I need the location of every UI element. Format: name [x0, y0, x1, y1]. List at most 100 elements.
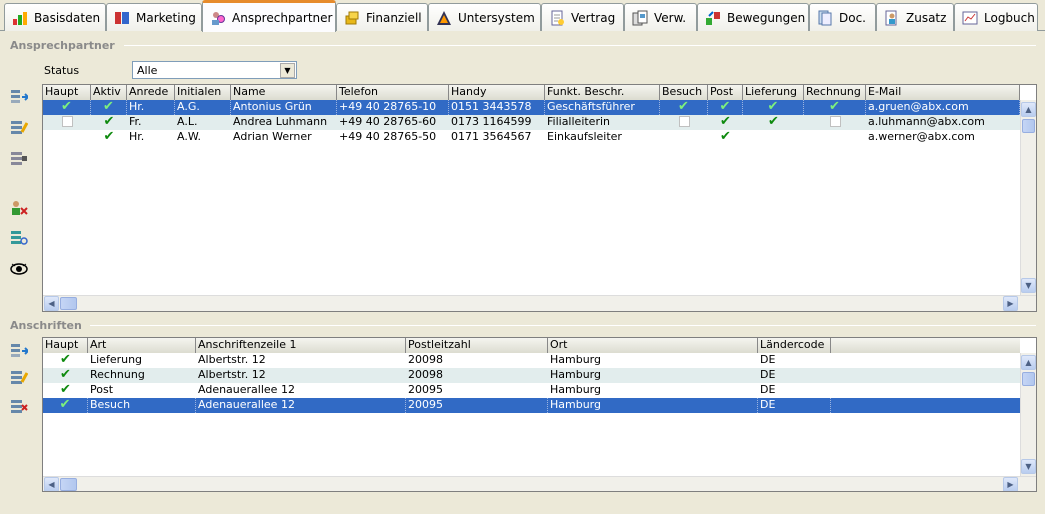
tab-logbuch[interactable]: Logbuch [954, 3, 1038, 31]
tab-label: Logbuch [984, 10, 1035, 25]
column-header-anschriftenzeile[interactable]: Anschriftenzeile 1 [196, 338, 406, 353]
vertical-scrollbar[interactable]: ▲ ▼ [1020, 100, 1036, 295]
tab-marketing[interactable]: Marketing [106, 3, 202, 31]
cell-lieferung [743, 130, 804, 145]
table-row[interactable]: ✔ Besuch Adenauerallee 12 20095 Hamburg DE [43, 398, 1020, 413]
column-header-art[interactable]: Art [88, 338, 196, 353]
tab-label: Marketing [136, 10, 196, 25]
table-row[interactable]: ✔ Lieferung Albertstr. 12 20098 Hamburg DE [43, 353, 1020, 368]
scroll-thumb[interactable] [1022, 119, 1035, 133]
delete-address-icon[interactable] [10, 398, 28, 414]
cell-plz: 20095 [406, 398, 548, 413]
cell-email: a.luhmann@abx.com [868, 115, 985, 128]
cell-land: DE [758, 398, 831, 413]
tab-zusatz[interactable]: Zusatz [876, 3, 954, 31]
checkmark-icon: ✔ [103, 115, 115, 129]
tab-vertrag[interactable]: Vertrag [541, 3, 624, 31]
column-header-handy[interactable]: Handy [449, 85, 545, 100]
list-link-icon[interactable] [10, 230, 28, 246]
column-header-post[interactable]: Post [708, 85, 743, 100]
scroll-thumb[interactable] [1022, 372, 1035, 386]
contract-icon [549, 10, 565, 26]
addresses-section-title: Anschriften [10, 319, 82, 332]
view-icon[interactable] [10, 261, 28, 277]
scroll-thumb[interactable] [60, 297, 77, 310]
column-header-ort[interactable]: Ort [548, 338, 758, 353]
column-header-anrede[interactable]: Anrede [127, 85, 175, 100]
status-label: Status [44, 64, 80, 77]
remove-user-icon[interactable] [10, 200, 28, 216]
delete-contact-icon[interactable] [10, 150, 28, 166]
column-header-haupt[interactable]: Haupt [43, 338, 88, 353]
tab-ansprechpartner[interactable]: Ansprechpartner [202, 0, 336, 32]
chevron-down-icon[interactable]: ▼ [280, 63, 295, 78]
cell-land: DE [760, 383, 776, 396]
cell-zeile1: Adenauerallee 12 [196, 398, 406, 413]
scroll-left-icon[interactable]: ◀ [44, 296, 59, 311]
column-header-telefon[interactable]: Telefon [337, 85, 449, 100]
cell-lieferung: ✔ [743, 100, 804, 115]
scroll-right-icon[interactable]: ▶ [1003, 477, 1018, 491]
cell-aktiv: ✔ [91, 130, 127, 145]
cell-ort: Hamburg [550, 383, 601, 396]
tab-bewegungen[interactable]: Bewegungen [697, 3, 809, 31]
vertical-scrollbar[interactable]: ▲ ▼ [1020, 353, 1036, 476]
grid-header: Haupt Aktiv Anrede Initialen Name Telefon Hand… [43, 85, 1020, 100]
column-header-funktbeschr[interactable]: Funkt. Beschr. [545, 85, 660, 100]
column-header-lndercode[interactable]: Ländercode [758, 338, 831, 353]
scroll-right-icon[interactable]: ▶ [1003, 296, 1018, 311]
contacts-icon [210, 10, 226, 26]
table-row[interactable]: ✔ Rechnung Albertstr. 12 20098 Hamburg DE [43, 368, 1020, 383]
checkmark-icon: ✔ [60, 368, 71, 382]
scroll-up-icon[interactable]: ▲ [1021, 355, 1036, 370]
tab-basisdaten[interactable]: Basisdaten [4, 3, 106, 31]
column-header-haupt[interactable]: Haupt [43, 85, 91, 100]
column-header-postleitzahl[interactable]: Postleitzahl [406, 338, 548, 353]
horizontal-scrollbar[interactable]: ◀ ▶ [43, 476, 1036, 491]
column-header-lieferung[interactable]: Lieferung [743, 85, 804, 100]
tab-bar: Basisdaten Marketing Ansprechpartner Finanz… [0, 0, 1045, 32]
extra-icon [884, 10, 900, 26]
edit-contact-icon[interactable] [10, 119, 29, 135]
edit-address-icon[interactable] [10, 369, 29, 385]
scroll-thumb[interactable] [60, 478, 77, 491]
cell-haupt: ✔ [43, 100, 91, 115]
horizontal-scrollbar[interactable]: ◀ ▶ [43, 295, 1036, 311]
table-row[interactable]: ✔ ✔ Hr. A.G. Antonius Grün +49 40 28765-10 015… [43, 100, 1020, 115]
tab-doc[interactable]: Doc. [809, 3, 876, 31]
column-header-rechnung[interactable]: Rechnung [804, 85, 866, 100]
status-select[interactable]: Alle ▼ [132, 61, 297, 79]
column-header-besuch[interactable]: Besuch [660, 85, 708, 100]
cell-haupt: ✔ [43, 383, 88, 398]
checkmark-icon: ✔ [59, 398, 71, 412]
cell-ort: Hamburg [550, 353, 601, 366]
column-header-initialen[interactable]: Initialen [175, 85, 231, 100]
scroll-up-icon[interactable]: ▲ [1021, 102, 1036, 117]
column-header-aktiv[interactable]: Aktiv [91, 85, 127, 100]
tab-untersystem[interactable]: Untersystem [428, 3, 541, 31]
column-header-name[interactable]: Name [231, 85, 337, 100]
cell-anrede: Hr. [127, 100, 175, 115]
scroll-down-icon[interactable]: ▼ [1021, 459, 1036, 474]
checkmark-icon: ✔ [767, 100, 779, 114]
tab-label: Zusatz [906, 10, 947, 25]
cell-post: ✔ [708, 130, 743, 145]
scroll-down-icon[interactable]: ▼ [1021, 278, 1036, 293]
tab-verw[interactable]: Verw. [624, 3, 697, 31]
table-row[interactable]: ✔ Fr. A.L. Andrea Luhmann +49 40 28765-60 017… [43, 115, 1020, 130]
add-contact-icon[interactable] [10, 88, 30, 104]
column-header-email[interactable]: E-Mail [866, 85, 1020, 100]
cell-handy: 0171 3564567 [451, 130, 532, 143]
table-row[interactable]: ✔ Post Adenauerallee 12 20095 Hamburg DE [43, 383, 1020, 398]
cell-telefon: +49 40 28765-60 [339, 115, 437, 128]
section-divider [124, 45, 1036, 46]
tab-finanziell[interactable]: Finanziell [336, 3, 428, 31]
cell-haupt [43, 130, 91, 145]
checkmark-icon: ✔ [60, 383, 71, 397]
chart-icon [12, 10, 28, 26]
cell-zeile1: Albertstr. 12 [198, 353, 266, 366]
scroll-left-icon[interactable]: ◀ [44, 477, 59, 491]
table-row[interactable]: ✔ Hr. A.W. Adrian Werner +49 40 28765-50 0171… [43, 130, 1020, 145]
cell-initialen: A.W. [177, 130, 201, 143]
add-address-icon[interactable] [10, 342, 30, 358]
